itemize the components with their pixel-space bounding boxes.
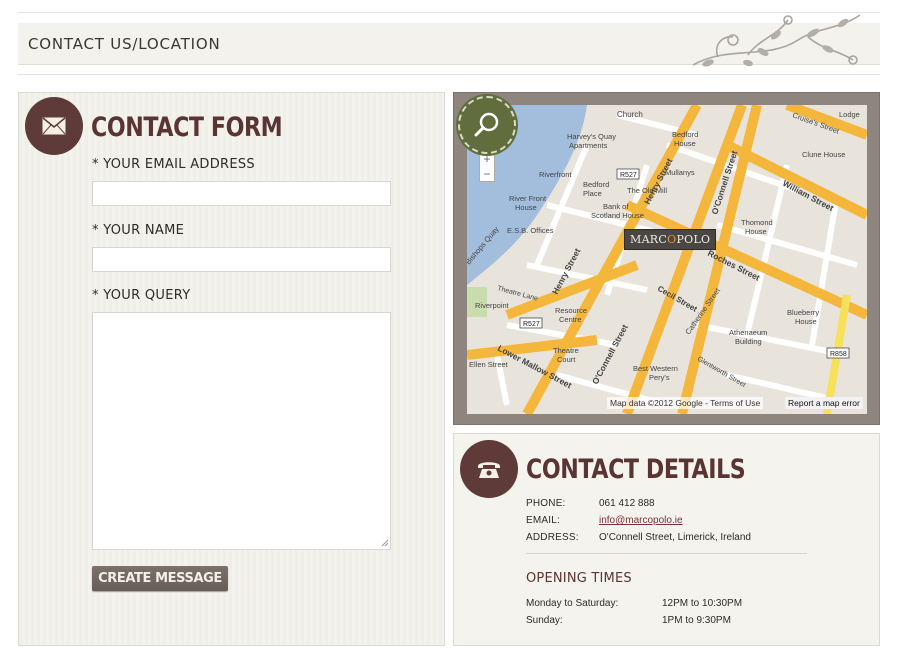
envelope-icon-badge <box>25 97 83 155</box>
contact-details-panel: CONTACT DETAILS PHONE: 061 412 888 EMAIL… <box>453 433 880 646</box>
name-label: * YOUR NAME <box>92 223 185 238</box>
svg-text:Theatre: Theatre <box>553 346 579 355</box>
svg-text:R858: R858 <box>830 351 847 358</box>
page-header: CONTACT US/LOCATION <box>18 14 880 67</box>
svg-text:O'Connell Street: O'Connell Street <box>590 323 630 386</box>
svg-text:R527: R527 <box>523 321 540 328</box>
hours-day: Sunday: <box>526 615 563 626</box>
map-zoom-control[interactable]: + − <box>479 150 495 182</box>
svg-text:Lodge: Lodge <box>839 110 860 119</box>
query-textarea[interactable] <box>92 312 391 550</box>
svg-text:House: House <box>795 317 817 326</box>
map-search-badge <box>458 96 516 154</box>
report-map-error-link[interactable]: Report a map error <box>785 397 863 409</box>
svg-text:River Front: River Front <box>509 194 547 203</box>
svg-text:Thomond: Thomond <box>741 218 773 227</box>
address-value: O'Connell Street, Limerick, Ireland <box>599 532 751 543</box>
zoom-out-button[interactable]: − <box>483 167 490 181</box>
svg-text:Building: Building <box>735 337 762 346</box>
svg-text:Blueberry: Blueberry <box>787 308 819 317</box>
svg-text:Riverfront: Riverfront <box>539 170 572 179</box>
phone-icon-badge <box>460 440 518 498</box>
phone-icon <box>478 462 500 478</box>
opening-times-title: OPENING TIMES <box>526 571 632 586</box>
svg-text:Pery's: Pery's <box>649 373 670 382</box>
svg-text:Riverpoint: Riverpoint <box>475 301 510 310</box>
map-label: Church <box>617 110 643 119</box>
details-divider <box>526 553 807 554</box>
marker-text-start: MARC <box>630 233 668 246</box>
map-canvas[interactable]: Church Harvey's Quay Apartments Bedford … <box>467 105 867 414</box>
name-field[interactable] <box>92 247 391 272</box>
svg-text:Ellen Street: Ellen Street <box>469 360 509 369</box>
svg-text:House: House <box>745 227 767 236</box>
svg-text:Bedford: Bedford <box>583 180 609 189</box>
svg-text:Bedford: Bedford <box>672 130 698 139</box>
svg-text:Scotland House: Scotland House <box>591 211 644 220</box>
vine-ornament-icon <box>692 14 861 67</box>
svg-text:Glentworth Street: Glentworth Street <box>696 356 747 389</box>
svg-text:Resource: Resource <box>555 306 587 315</box>
hours-day: Monday to Saturday: <box>526 598 619 609</box>
svg-text:House: House <box>515 203 537 212</box>
search-icon <box>474 112 499 137</box>
contact-form-panel: CONTACT FORM * YOUR EMAIL ADDRESS * YOUR… <box>18 92 445 646</box>
svg-text:Best Western: Best Western <box>633 364 678 373</box>
svg-text:Apartments: Apartments <box>569 141 608 150</box>
header-bottom-divider <box>18 74 880 75</box>
phone-value: 061 412 888 <box>599 498 655 509</box>
svg-text:Clune House: Clune House <box>802 150 845 159</box>
svg-text:E.S.B. Offices: E.S.B. Offices <box>507 226 554 235</box>
envelope-icon <box>42 117 66 135</box>
svg-text:Harvey's Quay: Harvey's Quay <box>567 132 616 141</box>
svg-text:House: House <box>674 139 696 148</box>
svg-text:Place: Place <box>583 189 602 198</box>
query-label: * YOUR QUERY <box>92 288 191 303</box>
phone-label: PHONE: <box>526 498 566 509</box>
page-title: CONTACT US/LOCATION <box>28 35 221 53</box>
email-detail-label: EMAIL: <box>526 515 560 526</box>
hours-time: 1PM to 9:30PM <box>662 615 731 626</box>
svg-text:Henry Street: Henry Street <box>642 156 675 205</box>
resize-grip-icon[interactable] <box>381 539 389 547</box>
email-link[interactable]: info@marcopolo.ie <box>599 515 683 526</box>
map-frame: Church Harvey's Quay Apartments Bedford … <box>453 92 880 425</box>
svg-text:R527: R527 <box>620 172 637 179</box>
email-field[interactable] <box>92 181 391 206</box>
svg-text:Centre: Centre <box>559 315 582 324</box>
contact-details-title: CONTACT DETAILS <box>526 454 746 485</box>
email-label: * YOUR EMAIL ADDRESS <box>92 157 255 172</box>
svg-text:Court: Court <box>557 355 576 364</box>
hours-time: 12PM to 10:30PM <box>662 598 743 609</box>
marker-text-end: POLO <box>676 233 711 246</box>
contact-form-title: CONTACT FORM <box>91 112 283 143</box>
map-attribution[interactable]: Map data ©2012 Google - Terms of Use <box>607 397 764 409</box>
street-map: Church Harvey's Quay Apartments Bedford … <box>467 105 867 414</box>
svg-text:Athenaeum: Athenaeum <box>729 328 767 337</box>
create-message-button[interactable]: CREATE MESSAGE <box>92 566 228 591</box>
svg-text:Bank of: Bank of <box>603 202 629 211</box>
marcopolo-map-marker[interactable]: MARCOPOLO <box>624 229 717 250</box>
address-label: ADDRESS: <box>526 532 579 543</box>
